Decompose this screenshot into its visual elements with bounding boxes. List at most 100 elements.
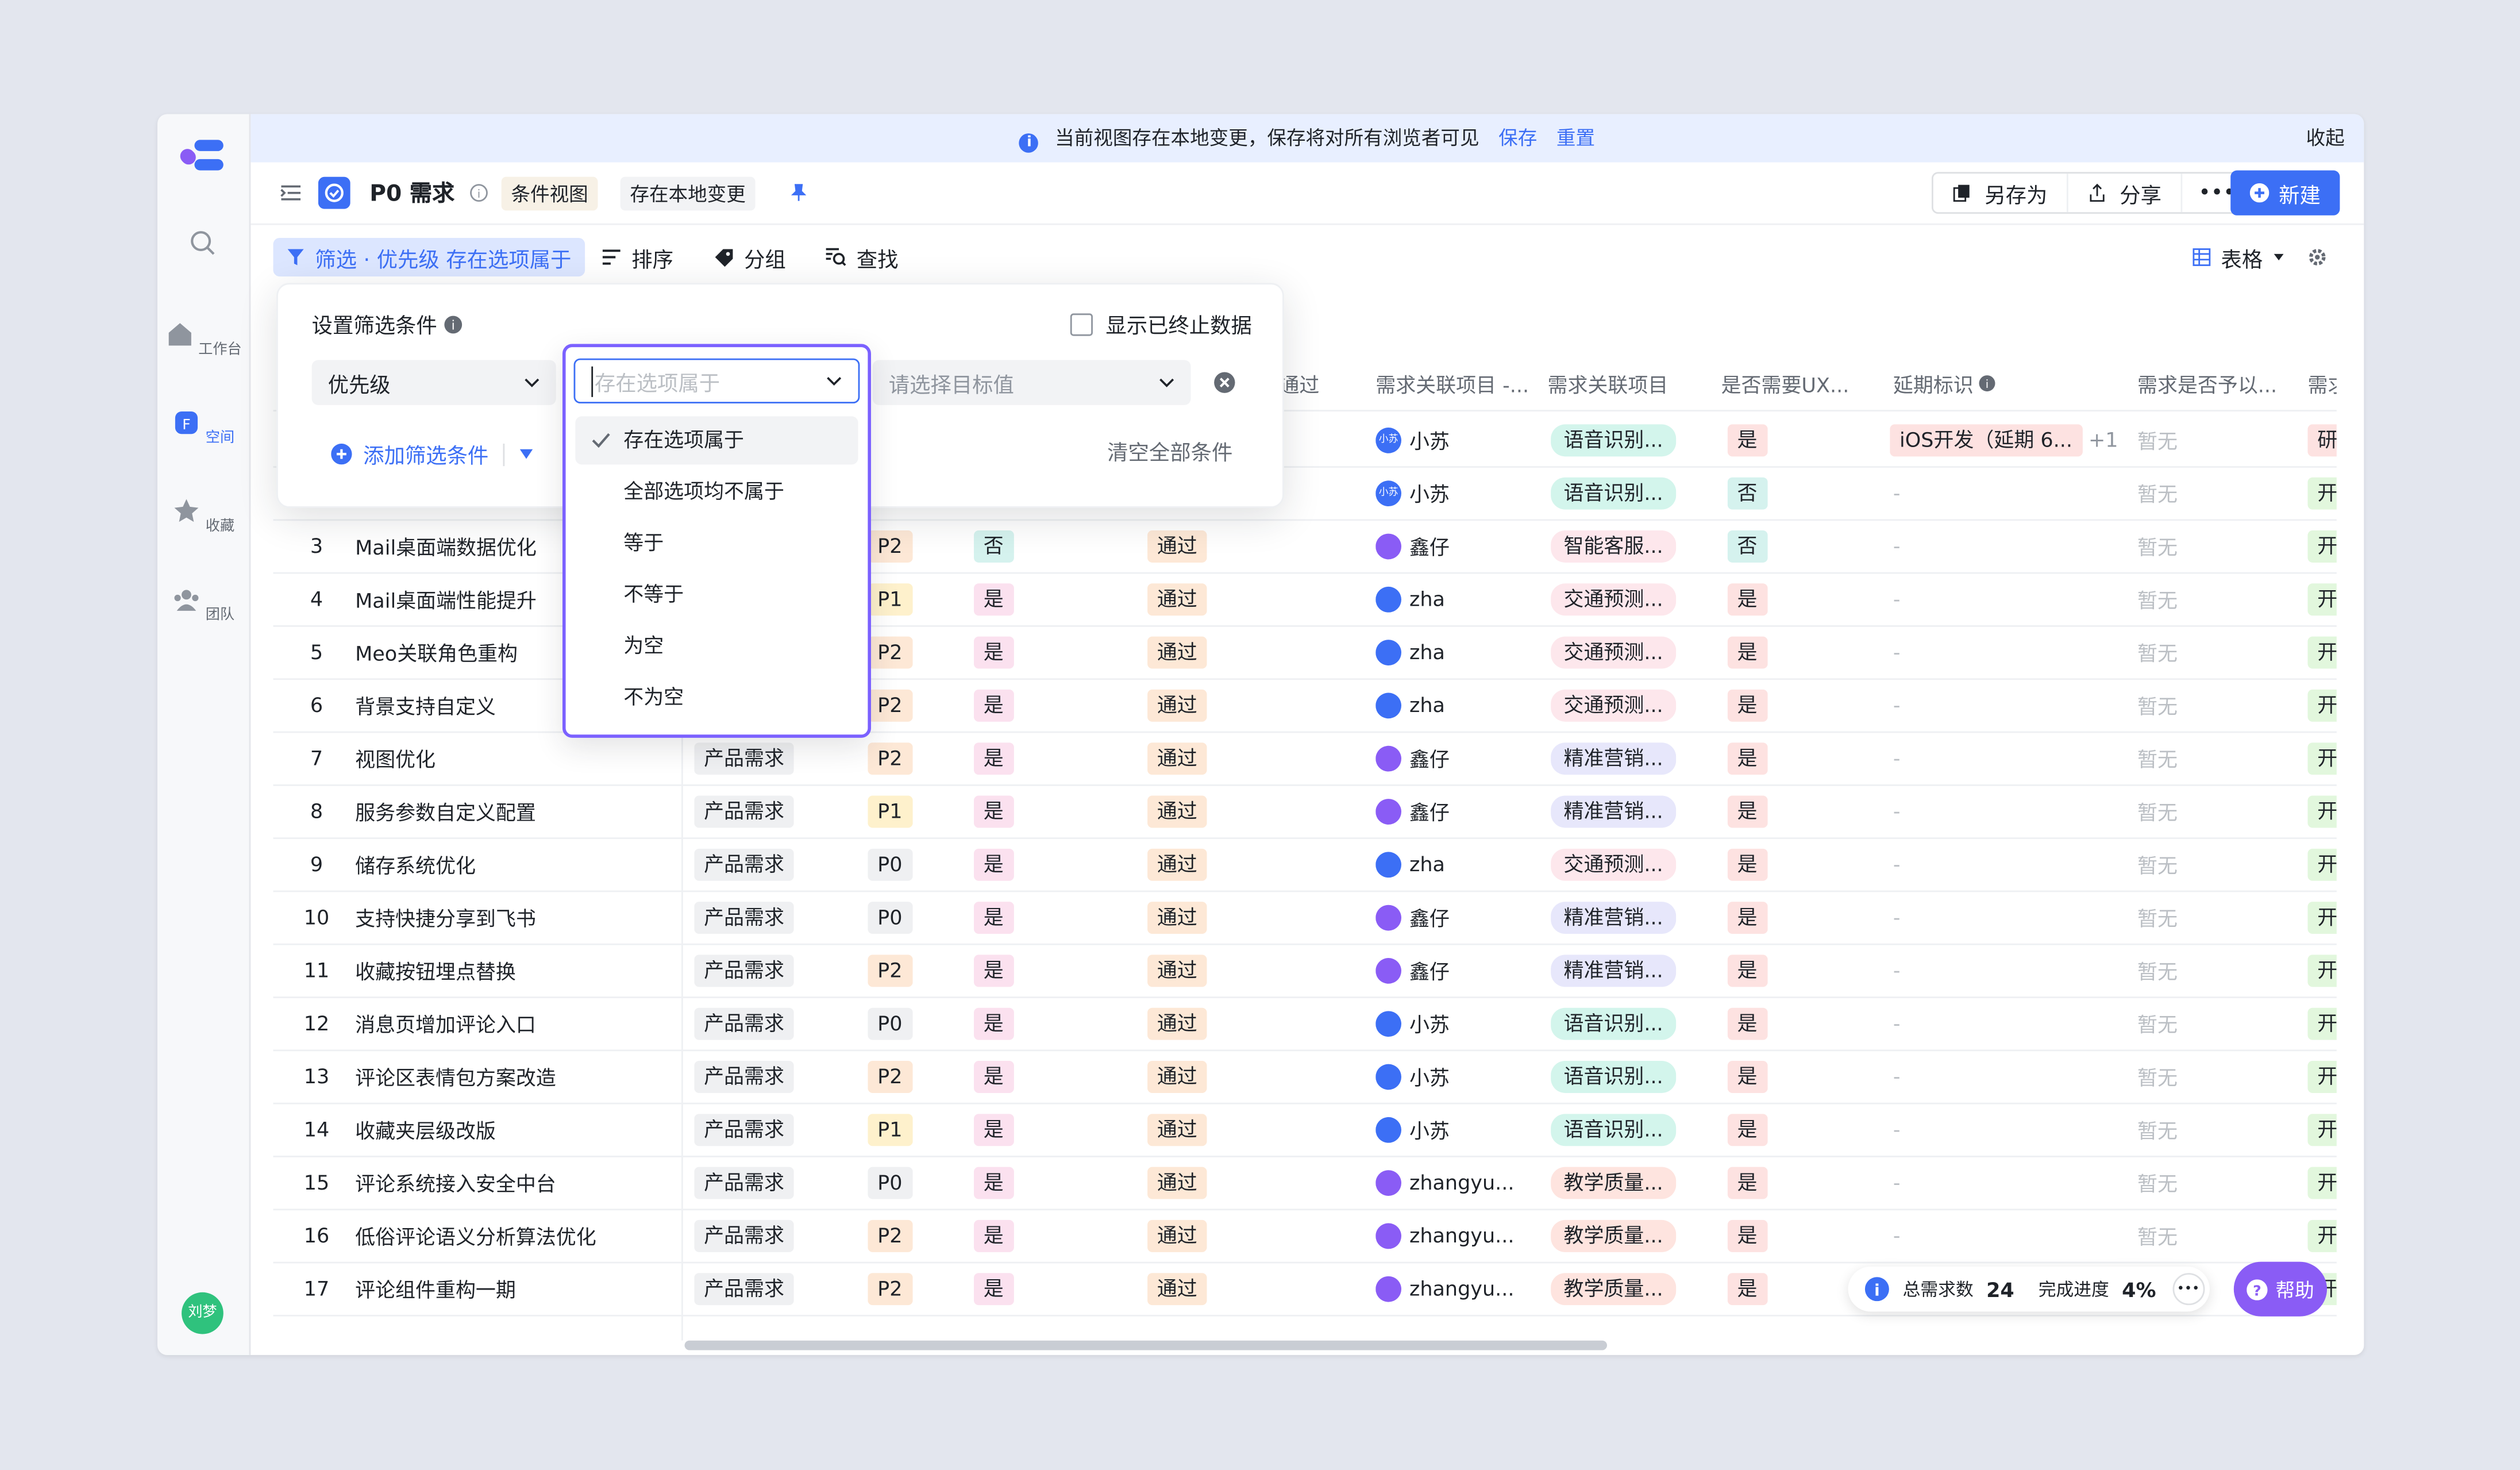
table-row[interactable]: 16 低俗评论语义分析算法优化 产品需求 P2 是 通过 zhangyu... 教学质量...… [273, 1209, 2337, 1264]
operator-option[interactable]: 全部选项均不属于 [575, 468, 858, 516]
table-row[interactable]: 10 支持快捷分享到飞书 产品需求 P0 是 通过 鑫仔 精准营销... 是 - 暂无 开 [273, 891, 2337, 945]
column-header[interactable]: 需求是否予以... [2137, 357, 2277, 410]
app-logo[interactable] [178, 137, 226, 179]
table-row[interactable]: 12 消息页增加评论入口 产品需求 P0 是 通过 小苏 语音识别... 是 - 暂无 开 [273, 996, 2337, 1052]
sidebar-toggle-icon[interactable] [280, 162, 302, 223]
stats-more-icon[interactable]: ••• [2172, 1273, 2205, 1306]
user-avatar[interactable]: 刘梦 [182, 1292, 224, 1334]
assignee-name: zhangyu... [1409, 1276, 1515, 1300]
table-row[interactable]: 9 储存系统优化 产品需求 P0 是 通过 zha 交通预测... 是 - 暂无 开 [273, 837, 2337, 892]
operator-option[interactable]: 等于 [575, 519, 858, 567]
info-icon: i [1019, 133, 1039, 153]
project-tag: 教学质量... [1551, 1219, 1677, 1252]
info-icon: i [444, 315, 463, 333]
view-mode-button[interactable]: 表格 [2192, 238, 2295, 276]
status-tag: 通过 [1147, 582, 1207, 615]
requirement-name[interactable]: 收藏夹层级改版 [355, 1103, 676, 1156]
rail-item-workbench[interactable]: 工作台 [157, 320, 249, 359]
rail-item-space[interactable]: F 空间 [157, 408, 249, 447]
avatar [1375, 1116, 1401, 1142]
ux-tag: 是 [1727, 424, 1767, 456]
settings-icon[interactable] [2307, 238, 2336, 276]
view-info-icon[interactable]: i [469, 162, 489, 223]
banner-collapse-button[interactable]: 收起 [2306, 114, 2345, 163]
project-tag: 语音识别... [1551, 476, 1677, 509]
operator-select-input[interactable]: 存在选项属于 [573, 358, 860, 404]
search-icon[interactable] [190, 230, 215, 256]
column-header[interactable]: 是否需要UX... [1721, 357, 1849, 410]
pin-icon[interactable] [789, 162, 808, 223]
total-value: 24 [1986, 1277, 2014, 1302]
requirement-name[interactable]: 支持快捷分享到飞书 [355, 891, 676, 944]
sort-button[interactable]: 排序 [601, 238, 673, 276]
rail-item-favorites[interactable]: 收藏 [157, 497, 249, 535]
yes-no-tag: 是 [973, 582, 1014, 615]
operator-option[interactable]: 不为空 [575, 674, 858, 722]
table-row[interactable]: 13 评论区表情包方案改造 产品需求 P2 是 通过 小苏 语音识别... 是 - 暂无 开 [273, 1049, 2337, 1105]
requirement-name[interactable]: 评论系统接入安全中台 [355, 1156, 676, 1209]
banner-reset-link[interactable]: 重置 [1556, 127, 1595, 149]
assignee-name: 鑫仔 [1409, 535, 1450, 560]
project-tag: 精准营销... [1551, 741, 1677, 774]
add-filter-button[interactable]: 添加筛选条件 [331, 439, 533, 470]
tag-icon [715, 249, 733, 267]
table-row[interactable]: 15 评论系统接入安全中台 产品需求 P0 是 通过 zhangyu... 教学质量... 是 -… [273, 1156, 2337, 1211]
table-row[interactable]: 14 收藏夹层级改版 产品需求 P1 是 通过 小苏 语音识别... 是 - 暂无 开 [273, 1103, 2337, 1157]
requirement-name[interactable]: 评论区表情包方案改造 [355, 1049, 676, 1102]
requirement-name[interactable]: 评论组件重构一期 [355, 1262, 676, 1315]
filter-popover-title: 设置筛选条件 [311, 315, 437, 340]
column-header-delay[interactable]: 延期标识 i [1893, 357, 1996, 410]
find-button[interactable]: 查找 [824, 238, 899, 276]
column-header[interactable]: 需求关联项目 [1548, 357, 1669, 410]
operator-select-dropdown: 存在选项属于 存在选项属于 全部选项均不属于 等于 不等于 为空 不为空 [562, 344, 871, 738]
save-as-button[interactable]: 另存为 [1933, 174, 2068, 213]
requirement-name[interactable]: 视图优化 [355, 732, 676, 784]
project-tag: 语音识别... [1551, 424, 1677, 456]
column-header[interactable]: 需求 [2307, 357, 2336, 410]
assignee-name: zha [1409, 852, 1445, 876]
assignee-name: 小苏 [1409, 1065, 1450, 1090]
type-tag: 产品需求 [694, 741, 794, 774]
table-row[interactable]: 11 收藏按钮埋点替换 产品需求 P2 是 通过 鑫仔 精准营销... 是 - 暂无 开 [273, 944, 2337, 998]
avatar [1375, 851, 1401, 877]
operator-option[interactable]: 为空 [575, 622, 858, 670]
table-row[interactable]: 7 视图优化 产品需求 P2 是 通过 鑫仔 精准营销... 是 - 暂无 开 [273, 732, 2337, 786]
operator-option[interactable]: 存在选项属于 [575, 416, 858, 465]
help-button[interactable]: ? 帮助 [2233, 1261, 2328, 1317]
requirement-name[interactable]: 消息页增加评论入口 [355, 996, 676, 1049]
ux-tag: 是 [1727, 1219, 1767, 1252]
clear-filters-button[interactable]: 清空全部条件 [1107, 436, 1232, 466]
requirement-name[interactable]: 储存系统优化 [355, 837, 676, 890]
avatar [1375, 798, 1401, 824]
assignee-name: 小苏 [1409, 1013, 1450, 1037]
share-button[interactable]: 分享 [2068, 174, 2183, 213]
show-terminated-checkbox[interactable]: 显示已终止数据 [1070, 309, 1252, 339]
horizontal-scrollbar[interactable] [684, 1340, 1607, 1350]
row-number: 11 [303, 958, 330, 982]
status-tag: 通过 [1147, 795, 1207, 828]
rail-item-team[interactable]: 团队 [157, 585, 249, 624]
filter-field-select[interactable]: 优先级 [311, 360, 556, 405]
yes-no-tag: 是 [973, 954, 1014, 986]
caret-down-icon[interactable] [519, 448, 533, 460]
requirement-name[interactable]: 低俗评论语义分析算法优化 [355, 1209, 676, 1261]
filter-button[interactable]: 筛选 · 优先级 存在选项属于 [273, 237, 584, 277]
group-button[interactable]: 分组 [714, 238, 786, 276]
filter-target-select[interactable]: 请选择目标值 [872, 360, 1191, 405]
operator-option[interactable]: 不等于 [575, 571, 858, 619]
requirement-name[interactable]: 收藏按钮埋点替换 [355, 944, 676, 996]
row-number: 16 [303, 1223, 330, 1248]
remove-condition-icon[interactable] [1213, 371, 1236, 394]
column-header[interactable]: 通过 [1279, 357, 1319, 410]
delay-value: - [1893, 745, 1901, 770]
banner-save-link[interactable]: 保存 [1498, 127, 1537, 149]
type-tag: 产品需求 [694, 1007, 794, 1040]
view-title: P0 需求 [369, 182, 455, 207]
new-button[interactable]: 新建 [2230, 170, 2340, 216]
requirement-name[interactable]: 服务参数自定义配置 [355, 784, 676, 837]
table-row[interactable]: 8 服务参数自定义配置 产品需求 P1 是 通过 鑫仔 精准营销... 是 - 暂无 开 [273, 784, 2337, 840]
ux-tag: 是 [1727, 901, 1767, 933]
assignee-name: 小苏 [1409, 1118, 1450, 1143]
check-icon [592, 433, 610, 448]
column-header[interactable]: 需求关联项目 -... [1375, 357, 1529, 410]
